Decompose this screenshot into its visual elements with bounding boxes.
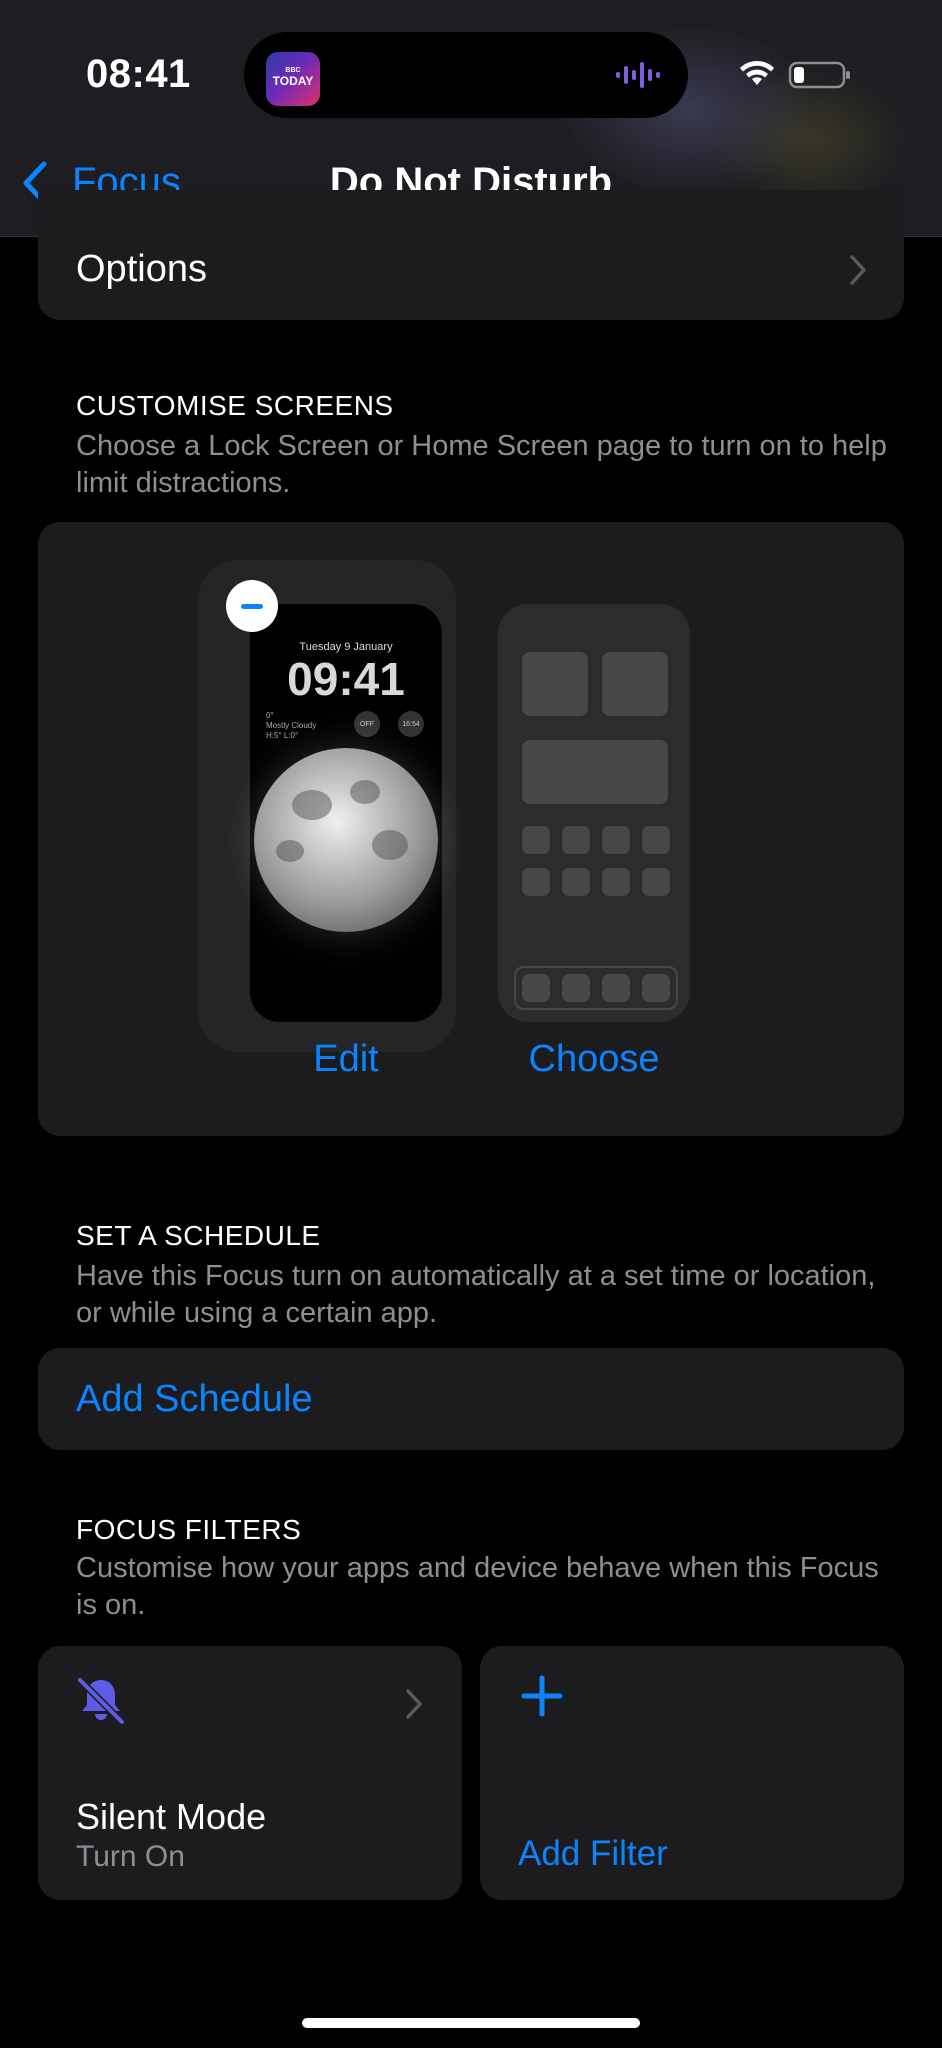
chevron-right-icon — [850, 255, 866, 285]
home-app-placeholder — [642, 826, 670, 854]
dock-app-placeholder — [642, 974, 670, 1002]
home-app-placeholder — [602, 868, 630, 896]
weather-temp: 0° — [266, 711, 274, 720]
silent-mode-subtitle: Turn On — [76, 1840, 185, 1873]
home-app-placeholder — [562, 826, 590, 854]
choose-home-screen-button[interactable]: Choose — [490, 1038, 698, 1081]
chevron-right-icon — [406, 1689, 422, 1719]
home-app-placeholder — [522, 826, 550, 854]
focus-filters-description: Customise how your apps and device behav… — [76, 1552, 879, 1621]
home-app-placeholder — [522, 868, 550, 896]
minus-icon — [241, 603, 263, 609]
home-widget-placeholder — [522, 740, 668, 804]
lock-screen-time: 09:41 — [287, 653, 405, 705]
home-app-placeholder — [602, 826, 630, 854]
dock-app-placeholder — [562, 974, 590, 1002]
schedule-title: SET A SCHEDULE — [76, 1220, 321, 1251]
schedule-description: Have this Focus turn on automatically at… — [76, 1260, 876, 1329]
customise-screens-card — [38, 522, 904, 1136]
customise-screens-title: CUSTOMISE SCREENS — [76, 390, 394, 421]
app-badge: BBC — [285, 66, 301, 74]
weather-desc: Mostly Cloudy — [266, 721, 317, 730]
lock-widget-1: OFF — [354, 711, 380, 737]
customise-screens-description: Choose a Lock Screen or Home Screen page… — [76, 430, 887, 499]
moon-crater — [372, 830, 408, 860]
lock-widget-2: 16:54 — [398, 711, 424, 737]
battery-icon — [788, 61, 850, 89]
dock-app-placeholder — [522, 974, 550, 1002]
moon-crater — [292, 790, 332, 820]
wifi-icon — [740, 60, 774, 85]
home-app-placeholder — [642, 868, 670, 896]
edit-lock-screen-button[interactable]: Edit — [250, 1038, 442, 1081]
moon-crater — [350, 780, 380, 804]
silent-mode-title: Silent Mode — [76, 1796, 267, 1837]
add-schedule-button[interactable]: Add Schedule — [76, 1378, 313, 1421]
plus-icon — [521, 1675, 563, 1717]
home-app-placeholder — [562, 868, 590, 896]
audio-wave-icon — [616, 62, 660, 88]
home-widget-placeholder — [522, 652, 588, 716]
live-activity-app-icon[interactable]: BBC TODAY — [266, 52, 320, 106]
home-indicator[interactable] — [302, 2018, 640, 2028]
status-time: 08:41 — [86, 52, 191, 96]
home-widget-placeholder — [602, 652, 668, 716]
weather-range: H:5° L:0° — [266, 731, 299, 740]
options-label: Options — [76, 248, 207, 290]
app-name: TODAY — [272, 73, 314, 88]
lock-screen-weather: 0° Mostly Cloudy H:5° L:0° — [266, 711, 316, 741]
remove-lock-screen-button[interactable] — [226, 580, 278, 632]
focus-filters-title: FOCUS FILTERS — [76, 1514, 302, 1545]
dock-app-placeholder — [602, 974, 630, 1002]
add-filter-button[interactable]: Add Filter — [518, 1834, 668, 1874]
moon-wallpaper-image — [254, 748, 438, 932]
bell-slash-icon — [76, 1676, 126, 1726]
moon-crater — [276, 840, 304, 862]
